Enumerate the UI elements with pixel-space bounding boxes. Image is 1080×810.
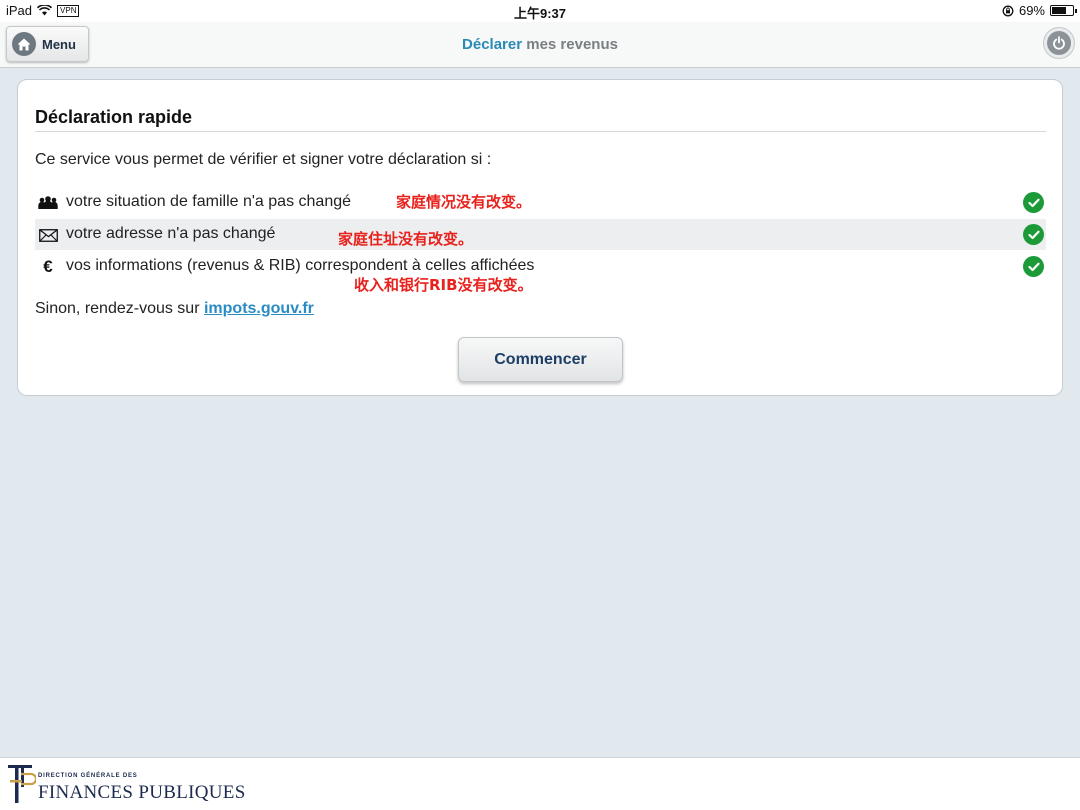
annotation-address: 家庭住址没有改变。 <box>338 230 474 248</box>
logo-subtitle: DIRECTION GÉNÉRALE DES <box>38 773 138 779</box>
condition-row-address: votre adresse n'a pas changé <box>35 219 1046 250</box>
intro-text: Ce service vous permet de vérifier et si… <box>35 151 492 168</box>
dgfip-logo-icon <box>8 765 36 803</box>
title-divider <box>35 131 1046 132</box>
check-icon <box>1023 224 1044 245</box>
page-title-accent: Déclarer <box>462 36 523 53</box>
page-title-rest: mes revenus <box>522 36 618 53</box>
condition-row-income: € vos informations (revenus & RIB) corre… <box>35 251 1046 282</box>
footer: DIRECTION GÉNÉRALE DES FINANCES PUBLIQUE… <box>0 757 1080 810</box>
power-icon <box>1047 31 1071 55</box>
logout-button[interactable] <box>1043 27 1075 59</box>
battery-icon <box>1050 5 1077 16</box>
status-time: 上午9:37 <box>513 6 567 21</box>
condition-text: votre situation de famille n'a pas chang… <box>66 193 352 210</box>
battery-percent: 69% <box>1018 3 1045 18</box>
euro-icon: € <box>43 257 53 276</box>
logo-title: FINANCES PUBLIQUES <box>38 782 246 803</box>
annotation-income: 收入和银行RIB没有改变。 <box>354 276 533 294</box>
impots-link[interactable]: impots.gouv.fr <box>204 300 314 317</box>
condition-text: votre adresse n'a pas changé <box>66 225 276 242</box>
page-title: Déclarer mes revenus <box>0 36 1080 53</box>
envelope-icon <box>37 226 59 244</box>
start-button[interactable]: Commencer <box>458 337 623 382</box>
status-right: 69% <box>1002 3 1077 18</box>
condition-text: vos informations (revenus & RIB) corresp… <box>66 257 535 274</box>
redirect-label: Sinon, rendez-vous sur <box>35 300 204 317</box>
redirect-text: Sinon, rendez-vous sur impots.gouv.fr <box>35 300 314 318</box>
check-icon <box>1023 192 1044 213</box>
quick-declaration-card: Déclaration rapide Ce service vous perme… <box>17 79 1063 396</box>
card-title: Déclaration rapide <box>35 107 193 127</box>
navigation-bar: Menu Déclarer mes revenus <box>0 22 1080 68</box>
family-icon <box>37 194 59 212</box>
annotation-family: 家庭情况没有改变。 <box>396 193 532 211</box>
check-icon <box>1023 256 1044 277</box>
battery-level <box>1052 7 1066 14</box>
rotation-lock-icon <box>1002 5 1014 16</box>
condition-row-family: votre situation de famille n'a pas chang… <box>35 187 1046 218</box>
status-bar: iPad VPN 上午9:37 69% <box>0 0 1080 22</box>
